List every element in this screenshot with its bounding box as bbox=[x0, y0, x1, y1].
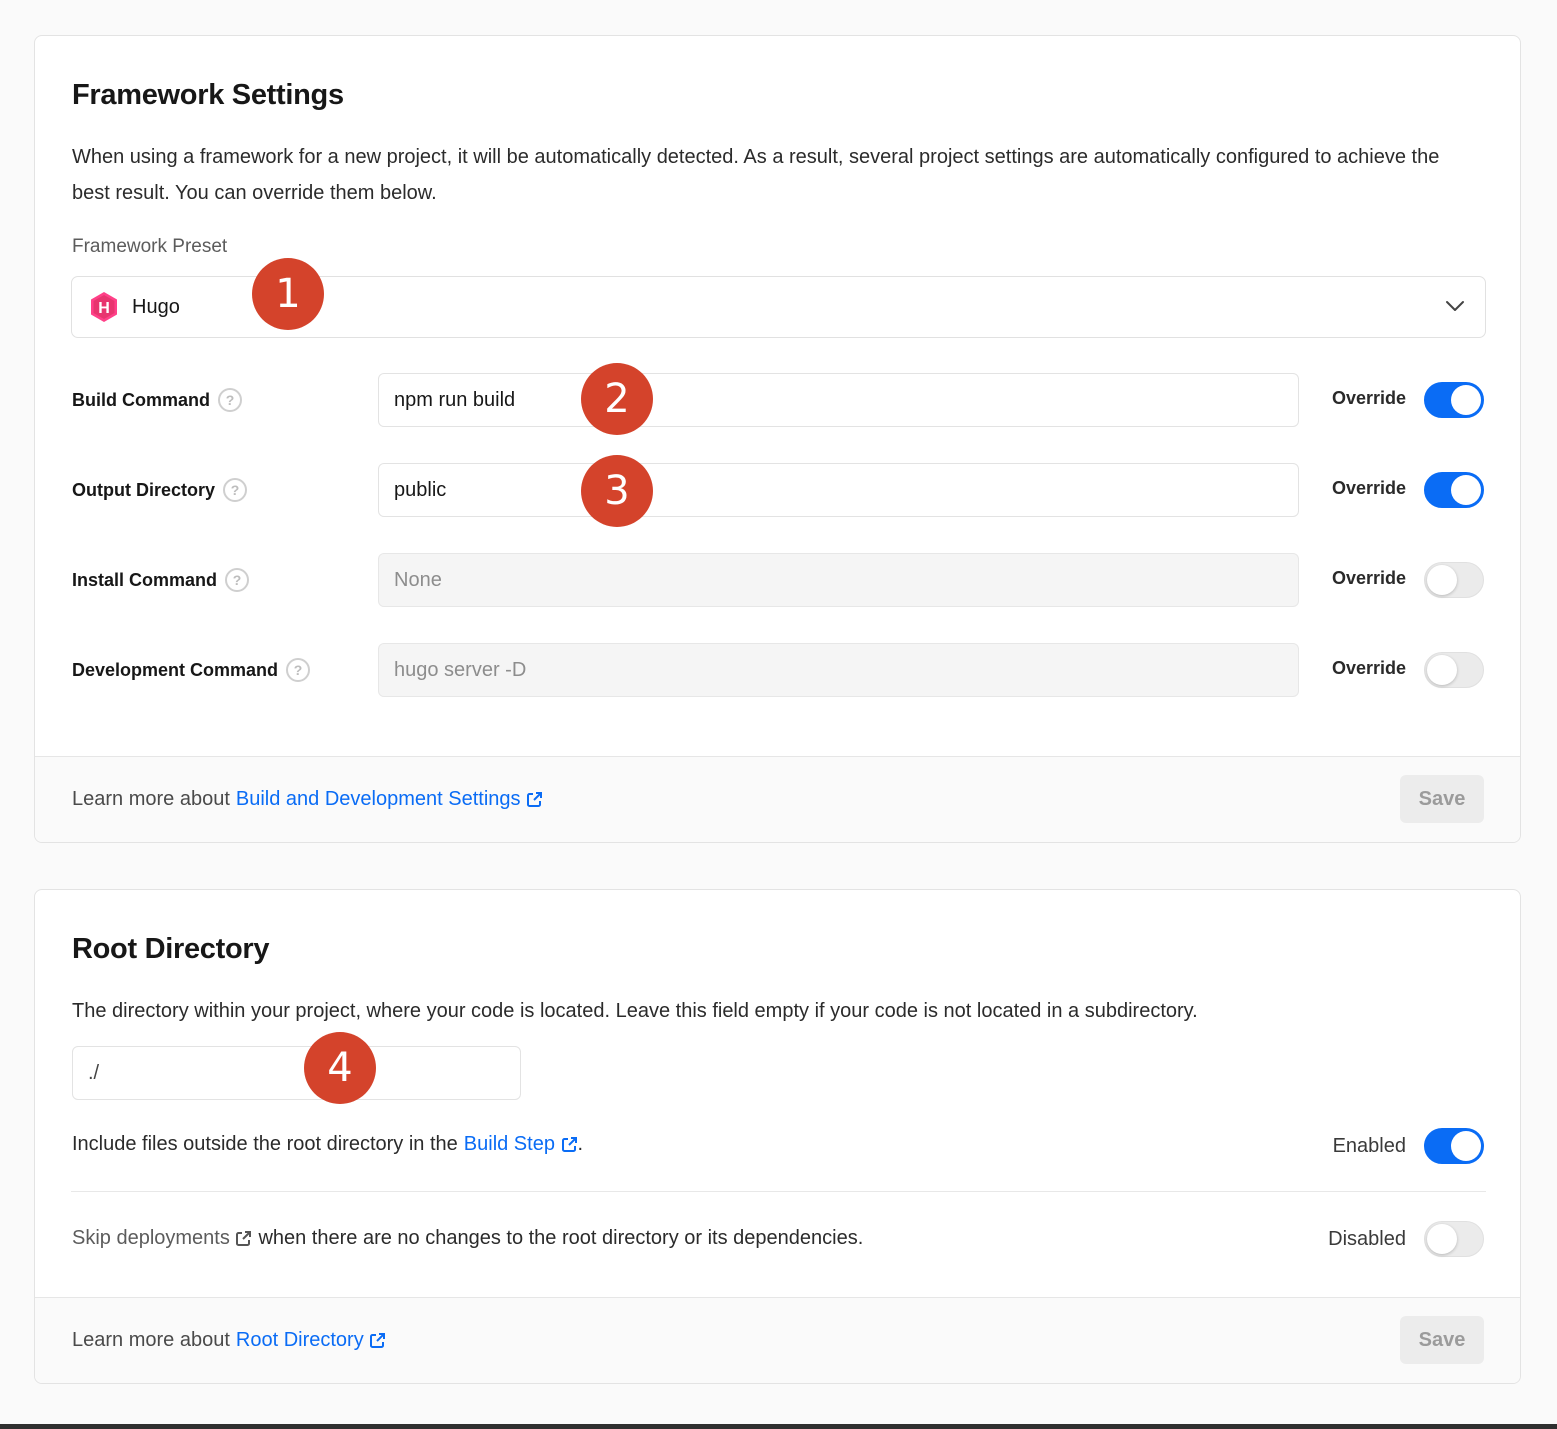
install-command-input[interactable]: None bbox=[378, 553, 1299, 607]
skip-deployments-line: Skip deployments when there are no chang… bbox=[72, 1227, 863, 1250]
svg-text:H: H bbox=[98, 300, 110, 317]
framework-save-button[interactable]: Save bbox=[1400, 775, 1484, 823]
external-link-icon bbox=[236, 1231, 252, 1247]
include-files-toggle[interactable] bbox=[1424, 1128, 1484, 1164]
skip-deployments-link[interactable]: Skip deployments bbox=[72, 1227, 252, 1250]
root-footer-text: Learn more about Root Directory bbox=[72, 1329, 386, 1352]
help-icon[interactable]: ? bbox=[223, 478, 248, 502]
annotation-badge-2: 2 bbox=[581, 363, 653, 435]
development-command-row: Development Command ? hugo server -D Ove… bbox=[35, 643, 1520, 697]
install-command-label: Install Command bbox=[72, 569, 218, 590]
footer-prefix: Learn more about bbox=[72, 788, 230, 810]
bottom-edge-line bbox=[0, 1424, 1557, 1429]
skip-deployments-toggle[interactable] bbox=[1424, 1221, 1484, 1257]
include-files-line: Include files outside the root directory… bbox=[72, 1133, 583, 1156]
annotation-badge-4: 4 bbox=[304, 1032, 376, 1104]
framework-settings-card: Framework Settings When using a framewor… bbox=[34, 35, 1521, 843]
hugo-logo-icon: H bbox=[91, 292, 117, 322]
output-directory-row: Output Directory ? public Override bbox=[35, 463, 1520, 517]
help-icon[interactable]: ? bbox=[218, 388, 242, 412]
skip-deployments-text: when there are no changes to the root di… bbox=[258, 1227, 864, 1249]
development-command-override-label: Override bbox=[1331, 658, 1406, 678]
build-command-row: Build Command ? npm run build Override bbox=[35, 373, 1520, 427]
build-command-override-toggle[interactable] bbox=[1424, 382, 1484, 418]
framework-preset-value: Hugo bbox=[132, 296, 180, 318]
footer-prefix: Learn more about bbox=[72, 1329, 230, 1351]
include-files-state: Enabled bbox=[1332, 1135, 1406, 1157]
build-dev-settings-link-text: Build and Development Settings bbox=[235, 788, 521, 810]
development-command-override-toggle[interactable] bbox=[1424, 652, 1484, 688]
annotation-badge-1: 1 bbox=[252, 258, 324, 330]
root-directory-footer: Learn more about Root Directory Save bbox=[35, 1297, 1520, 1383]
build-command-label-wrap: Build Command ? bbox=[72, 388, 242, 412]
framework-settings-title: Framework Settings bbox=[72, 79, 344, 111]
external-link-icon bbox=[561, 1137, 577, 1153]
root-directory-link[interactable]: Root Directory bbox=[236, 1329, 386, 1352]
toggle-knob bbox=[1427, 1224, 1457, 1254]
install-command-label-wrap: Install Command ? bbox=[72, 568, 250, 592]
build-step-link-text: Build Step bbox=[463, 1133, 555, 1155]
framework-settings-description: When using a framework for a new project… bbox=[72, 146, 1440, 204]
framework-preset-label: Framework Preset bbox=[72, 236, 228, 257]
install-command-override-label: Override bbox=[1331, 568, 1406, 588]
include-files-suffix: . bbox=[577, 1133, 584, 1155]
toggle-knob bbox=[1427, 655, 1457, 685]
output-directory-override-label: Override bbox=[1331, 478, 1406, 498]
build-command-override-label: Override bbox=[1331, 388, 1406, 408]
toggle-knob bbox=[1451, 1131, 1481, 1161]
output-directory-input[interactable]: public bbox=[378, 463, 1299, 517]
include-files-text: Include files outside the root directory… bbox=[72, 1133, 458, 1155]
build-command-input[interactable]: npm run build bbox=[378, 373, 1299, 427]
output-directory-override-toggle[interactable] bbox=[1424, 472, 1484, 508]
toggle-knob bbox=[1451, 475, 1481, 505]
root-directory-card: Root Directory The directory within your… bbox=[34, 889, 1521, 1384]
toggle-knob bbox=[1427, 565, 1457, 595]
root-save-button[interactable]: Save bbox=[1400, 1316, 1484, 1364]
build-dev-settings-link[interactable]: Build and Development Settings bbox=[236, 788, 543, 811]
skip-deployments-state: Disabled bbox=[1328, 1228, 1406, 1250]
build-command-label: Build Command bbox=[72, 389, 210, 410]
help-icon[interactable]: ? bbox=[286, 658, 311, 682]
chevron-down-icon bbox=[1446, 301, 1464, 311]
development-command-label: Development Command bbox=[72, 659, 279, 680]
development-command-label-wrap: Development Command ? bbox=[72, 658, 311, 682]
output-directory-label: Output Directory bbox=[72, 479, 216, 500]
root-directory-description: The directory within your project, where… bbox=[72, 1000, 1198, 1022]
divider bbox=[71, 1191, 1486, 1192]
toggle-knob bbox=[1451, 385, 1481, 415]
external-link-icon bbox=[370, 1333, 386, 1349]
annotation-badge-3: 3 bbox=[581, 455, 653, 527]
development-command-input[interactable]: hugo server -D bbox=[378, 643, 1299, 697]
external-link-icon bbox=[527, 792, 543, 808]
framework-settings-footer: Learn more about Build and Development S… bbox=[35, 756, 1520, 842]
root-directory-link-text: Root Directory bbox=[235, 1329, 364, 1351]
help-icon[interactable]: ? bbox=[225, 568, 250, 592]
root-directory-input[interactable]: ./ bbox=[72, 1046, 521, 1100]
framework-footer-text: Learn more about Build and Development S… bbox=[72, 788, 543, 811]
output-directory-label-wrap: Output Directory ? bbox=[72, 478, 248, 502]
install-command-override-toggle[interactable] bbox=[1424, 562, 1484, 598]
build-step-link[interactable]: Build Step bbox=[464, 1133, 578, 1156]
root-directory-title: Root Directory bbox=[72, 933, 270, 965]
skip-deployments-link-text: Skip deployments bbox=[72, 1227, 230, 1249]
install-command-row: Install Command ? None Override bbox=[35, 553, 1520, 607]
